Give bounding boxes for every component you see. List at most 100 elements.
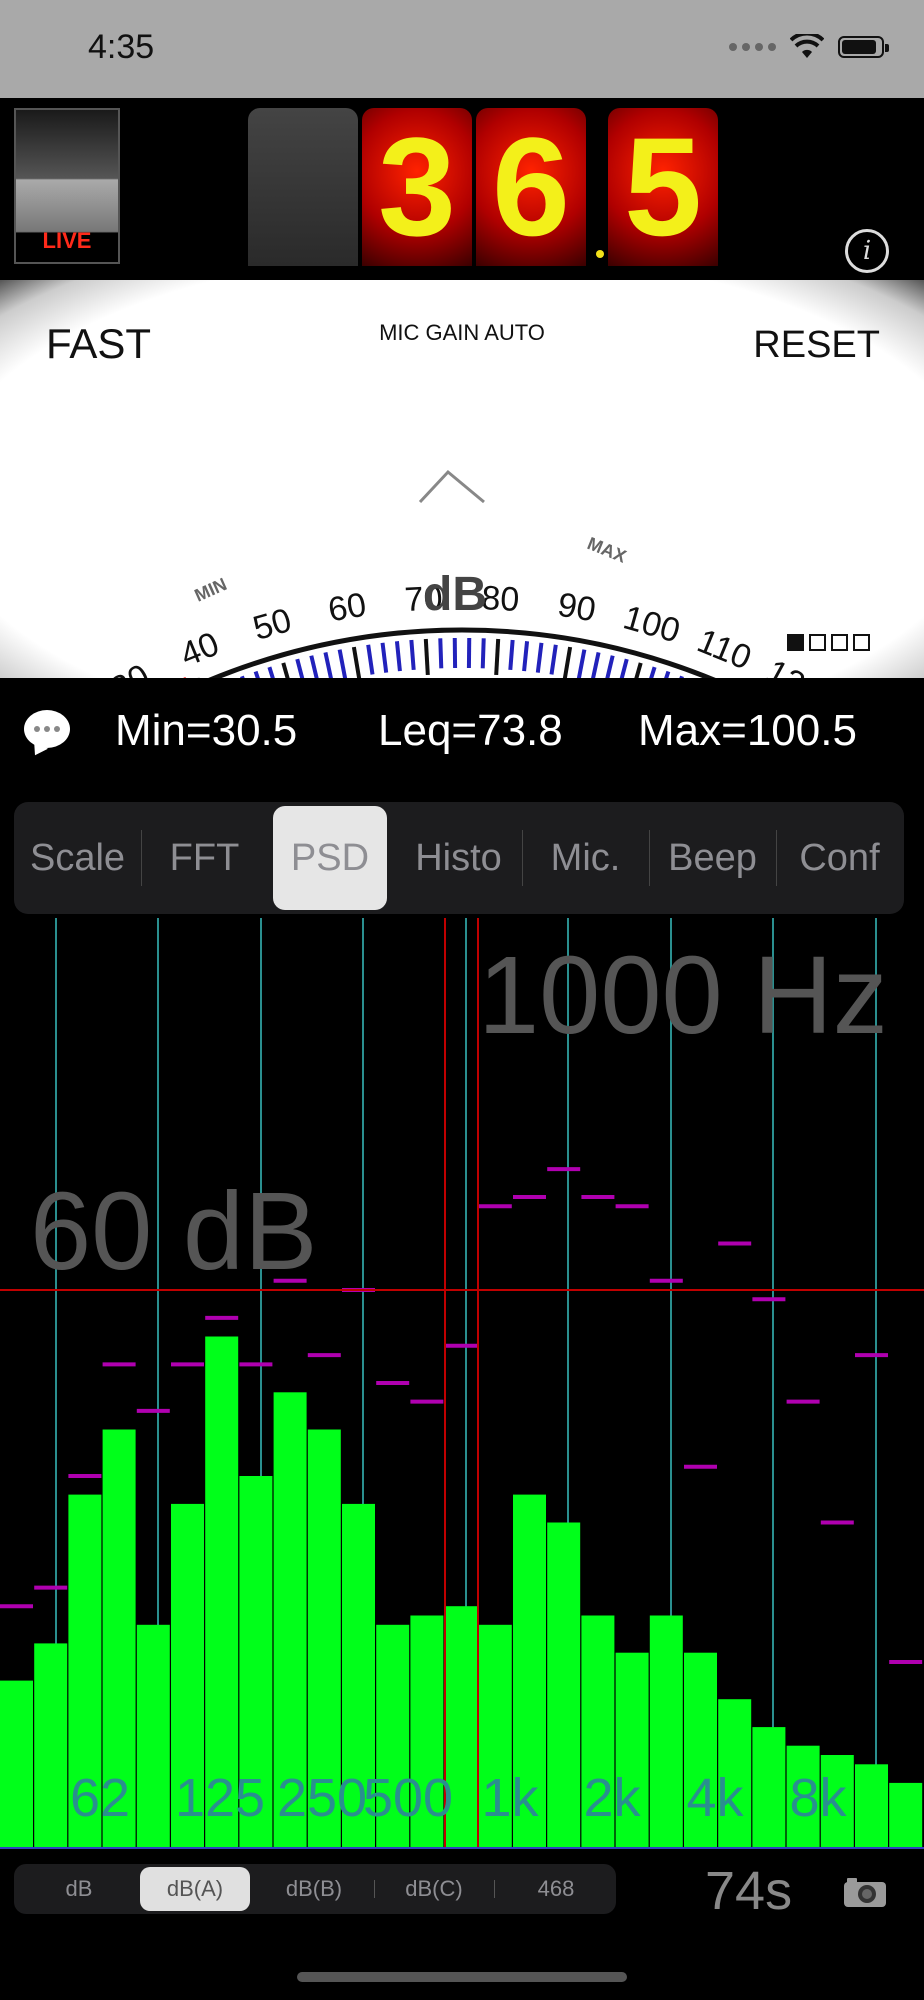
meter-scale-label: 100: [619, 598, 684, 650]
meter-tick: [281, 662, 290, 678]
stats-row: Min=30.5 Leq=73.8 Max=100.5: [0, 700, 924, 766]
psd-chart[interactable]: 62 125 250 500 1k 2k 4k 8k 1000 Hz 60 dB: [0, 918, 924, 1850]
meter-tick: [253, 670, 260, 678]
weighting-dbb[interactable]: dB(B): [259, 1864, 369, 1914]
band-label: 8k: [789, 1768, 847, 1828]
meter-tick: [591, 652, 601, 678]
level-header: LIVE 3 6 5 i: [0, 98, 924, 280]
meter-tick: [267, 666, 275, 678]
meter-scale-label: 50: [249, 601, 296, 648]
meter-tick: [240, 675, 245, 678]
meter-tick: [634, 662, 643, 678]
tab-mic[interactable]: Mic.: [522, 802, 649, 914]
meter-tick: [522, 641, 530, 672]
band-label: 4k: [686, 1768, 744, 1828]
meter-tick: [649, 666, 657, 678]
digit-3: 6: [476, 108, 586, 266]
meter-tick: [337, 649, 348, 678]
psd-bar: [136, 1624, 170, 1848]
min-label: MIN: [191, 574, 229, 606]
psd-bar: [855, 1764, 888, 1848]
meter-tick: [549, 644, 558, 675]
meter-tick: [679, 675, 684, 678]
psd-bar: [0, 1680, 33, 1848]
status-bar: 4:35: [0, 0, 924, 98]
live-label: LIVE: [42, 228, 92, 253]
band-label: 125: [175, 1768, 265, 1828]
tab-histo[interactable]: Histo: [395, 802, 522, 914]
meter-tick: [295, 658, 305, 678]
band-label: 2k: [583, 1768, 641, 1828]
psd-bar: [889, 1782, 923, 1848]
tab-beep[interactable]: Beep: [649, 802, 776, 914]
meter-tick: [494, 638, 501, 676]
analog-meter: FAST MIC GAIN AUTO RESET 203040506070809…: [0, 280, 924, 678]
meter-scale-label: 30: [105, 657, 156, 678]
view-tabs: Scale FFT PSD Histo Mic. Beep Conf: [14, 802, 904, 914]
leq-value: Leq=73.8: [378, 706, 563, 755]
camera-icon[interactable]: [843, 1876, 887, 1908]
max-label: MAX: [585, 533, 630, 567]
weighting-selector: dB dB(A) dB(B) dB(C) 468: [14, 1864, 616, 1914]
band-label: 1k: [481, 1768, 539, 1828]
meter-scale-label: 60: [325, 586, 369, 630]
meter-tick: [619, 658, 629, 678]
decimal-point: [596, 250, 604, 258]
meter-dial: 2030405060708090100110120130MINMAXdB: [105, 469, 870, 678]
meter-scale-label: 40: [175, 625, 224, 675]
psd-bar: [34, 1643, 68, 1848]
psd-bar: [547, 1522, 581, 1848]
meter-tick: [576, 649, 587, 678]
meter-tick: [605, 655, 615, 678]
meter-tick: [351, 646, 362, 678]
page-indicator-dot: [809, 634, 826, 651]
tab-scale[interactable]: Scale: [14, 802, 141, 914]
meter-tick: [409, 639, 416, 671]
psd-bar: [649, 1615, 683, 1848]
tab-conf[interactable]: Conf: [776, 802, 903, 914]
meter-tick: [664, 670, 671, 678]
page-indicator-dot: [831, 634, 848, 651]
wifi-icon: [790, 34, 824, 58]
band-label: 250: [277, 1768, 367, 1828]
meter-tick: [562, 646, 573, 678]
status-time: 4:35: [88, 28, 155, 66]
digit-2: 3: [362, 108, 472, 266]
weighting-dbc[interactable]: dB(C): [379, 1864, 489, 1914]
max-value: Max=100.5: [638, 706, 857, 755]
band-label: 62: [70, 1768, 130, 1828]
weighting-468[interactable]: 468: [501, 1864, 611, 1914]
digit-4: 5: [608, 108, 718, 266]
band-label: 500: [363, 1768, 453, 1828]
info-icon[interactable]: i: [845, 229, 889, 273]
meter-scale-label: 120: [760, 652, 828, 678]
min-value: Min=30.5: [115, 706, 298, 755]
live-button[interactable]: LIVE: [14, 108, 120, 264]
meter-tick: [323, 652, 333, 678]
weighting-db[interactable]: dB: [24, 1864, 134, 1914]
meter-scale-label: 110: [692, 622, 757, 678]
meter-tick: [535, 642, 544, 673]
elapsed-timer: 74s: [705, 1861, 793, 1921]
psd-bar: [752, 1727, 786, 1848]
comment-icon[interactable]: [24, 710, 70, 748]
meter-unit-label: dB: [423, 568, 487, 621]
meter-tick: [480, 638, 486, 669]
battery-icon: [838, 36, 889, 58]
meter-tick: [380, 642, 389, 673]
meter-tick: [423, 638, 430, 676]
home-indicator[interactable]: [297, 1972, 627, 1982]
tab-fft[interactable]: FFT: [141, 802, 268, 914]
digit-1: [248, 108, 358, 266]
db-readout: 60 dB: [30, 1170, 318, 1293]
meter-scale-label: 90: [555, 586, 599, 630]
meter-tick: [309, 655, 319, 678]
gain-marker-icon: [418, 469, 485, 504]
meter-tick: [394, 641, 402, 672]
weighting-divider: [494, 1880, 495, 1898]
page-indicator-dot: [853, 634, 870, 651]
weighting-dba[interactable]: dB(A): [140, 1867, 250, 1911]
weighting-divider: [374, 1880, 375, 1898]
meter-tick: [366, 644, 375, 675]
tab-psd[interactable]: PSD: [273, 806, 387, 910]
